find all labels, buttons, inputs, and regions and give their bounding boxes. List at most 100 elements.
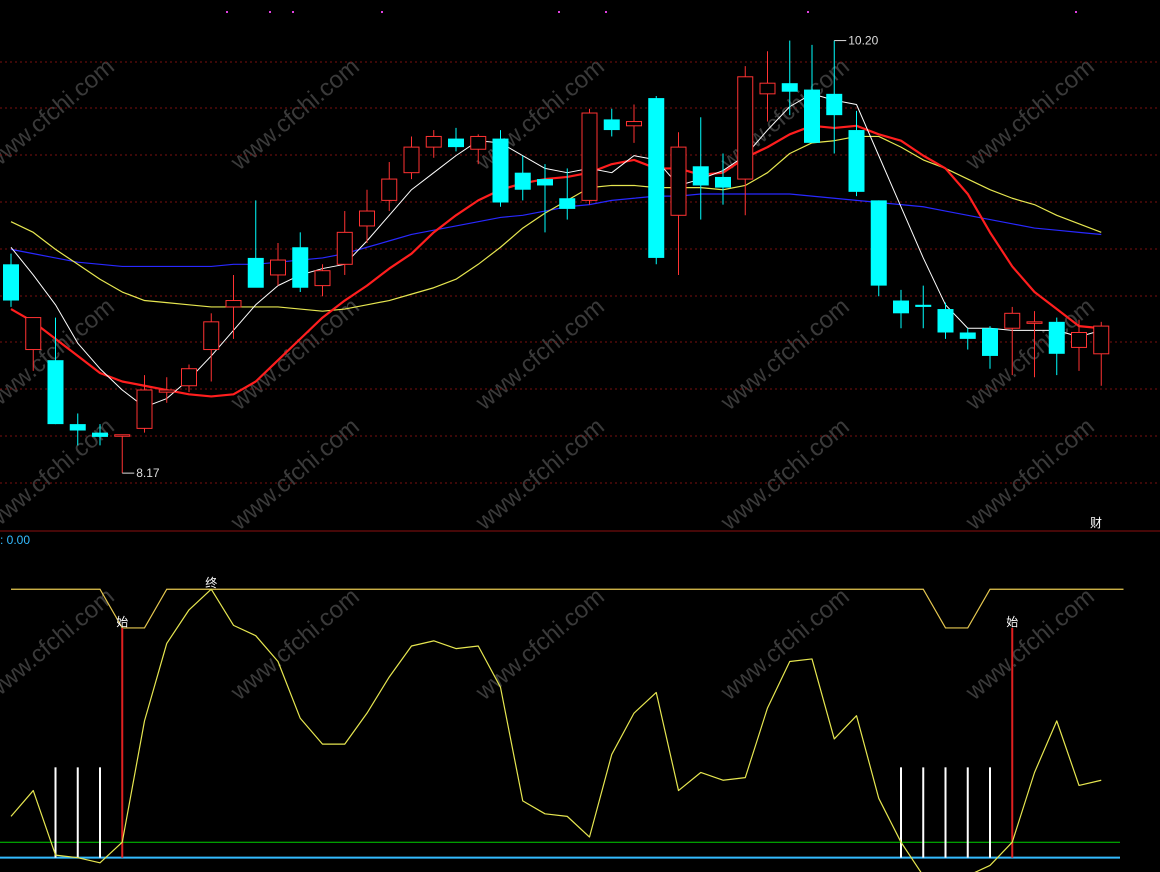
candle-body (314, 270, 331, 287)
candle-body (937, 309, 954, 333)
annotation-label: 8.17 (136, 466, 160, 480)
candle (804, 44, 820, 143)
signal-marker: 始 (1006, 615, 1018, 629)
indicator-value: : 0.00 (0, 533, 30, 547)
candle (514, 155, 531, 201)
candle-body (336, 231, 353, 265)
watermark-text: www.cfchi.com (715, 413, 855, 536)
candle-body (781, 83, 798, 92)
candle-body (893, 300, 909, 314)
candle (381, 162, 398, 212)
candle-body (804, 89, 820, 143)
candle (292, 232, 309, 293)
watermark-text: www.cfchi.com (470, 293, 610, 416)
candle-body (470, 135, 487, 150)
candle-body (448, 138, 464, 148)
moving-average-lines (10, 93, 1102, 408)
candle-body (559, 198, 576, 209)
ma-white-line (10, 93, 1102, 408)
top-tick (269, 11, 271, 13)
candle-body (225, 300, 242, 308)
candle (270, 242, 286, 286)
candle-body (692, 166, 709, 186)
watermark-text: www.cfchi.com (0, 413, 120, 536)
candle (915, 285, 932, 329)
watermark-text: www.cfchi.com (960, 583, 1100, 706)
watermark-text: www.cfchi.com (470, 413, 610, 536)
stock-chart: www.cfchi.com www.cfchi.com www.cfchi.com w… (0, 11, 1160, 872)
candle (225, 274, 242, 339)
candle-body (670, 146, 687, 216)
candle-body (959, 332, 976, 339)
candle-body (514, 172, 531, 190)
candle-body (603, 119, 620, 131)
signal-marker: 终 (205, 575, 217, 590)
top-tick (558, 11, 560, 13)
candle (314, 264, 331, 297)
watermark-text: www.cfchi.com (225, 413, 365, 536)
candle-body (848, 130, 865, 192)
candle-body (270, 259, 286, 276)
candle-body (537, 179, 553, 186)
watermark-text: www.cfchi.com (960, 53, 1100, 176)
candle (1093, 321, 1110, 386)
candle (603, 108, 620, 137)
candle-body (1093, 325, 1110, 355)
candle-body (203, 321, 220, 351)
candle-body (92, 432, 108, 437)
candle-body (114, 434, 131, 437)
candle-body (492, 138, 509, 203)
candle-body (3, 264, 19, 301)
watermark-text: www.cfchi.com (225, 583, 365, 706)
top-tick (292, 11, 294, 13)
candle-body (1004, 312, 1021, 329)
watermark-text: www.cfchi.com (470, 583, 610, 706)
candle (581, 108, 598, 205)
candle (425, 130, 442, 158)
candle-body (1071, 331, 1087, 348)
candle (937, 302, 954, 339)
candle (982, 326, 998, 369)
watermark-text: www.cfchi.com (715, 583, 855, 706)
candle-body (1048, 321, 1065, 354)
signal-marker: 始 (116, 615, 128, 629)
candle (1048, 317, 1065, 376)
candle (648, 95, 665, 265)
candle (870, 200, 887, 297)
candle (3, 253, 19, 307)
candle-body (403, 146, 420, 174)
price-annotations: 10.20 8.17 (122, 34, 879, 480)
candle (670, 132, 687, 275)
top-tick (1075, 11, 1077, 13)
candle-body (425, 135, 442, 148)
watermark-text: www.cfchi.com (715, 293, 855, 416)
watermark-text: www.cfchi.com (960, 413, 1100, 536)
candle-body (982, 328, 998, 356)
candle-body (737, 76, 754, 180)
candle-body (915, 304, 932, 307)
candle-body (247, 257, 264, 288)
candle-body (292, 247, 309, 288)
candle-body (870, 200, 887, 286)
candle-body (381, 178, 398, 201)
candle-body (136, 389, 153, 429)
watermark-text: www.cfchi.com (225, 293, 365, 416)
candle (158, 377, 175, 403)
candle-body (359, 210, 375, 227)
price-annotation: 8.17 (122, 466, 160, 480)
candle (626, 104, 642, 143)
candle-body (69, 424, 86, 431)
candle-body (181, 368, 197, 387)
finance-badge[interactable]: 财 (1090, 516, 1102, 530)
candle (247, 200, 264, 288)
ma-blue-line (10, 193, 1102, 268)
ma-yellow-line (10, 135, 1102, 312)
candle-body (1026, 321, 1043, 324)
top-tick (381, 11, 383, 13)
candle (537, 164, 553, 233)
watermark-text: www.cfchi.com (0, 583, 120, 706)
candle-body (648, 98, 665, 258)
candle-body (715, 176, 731, 188)
candle (492, 130, 509, 207)
candle (848, 110, 865, 197)
